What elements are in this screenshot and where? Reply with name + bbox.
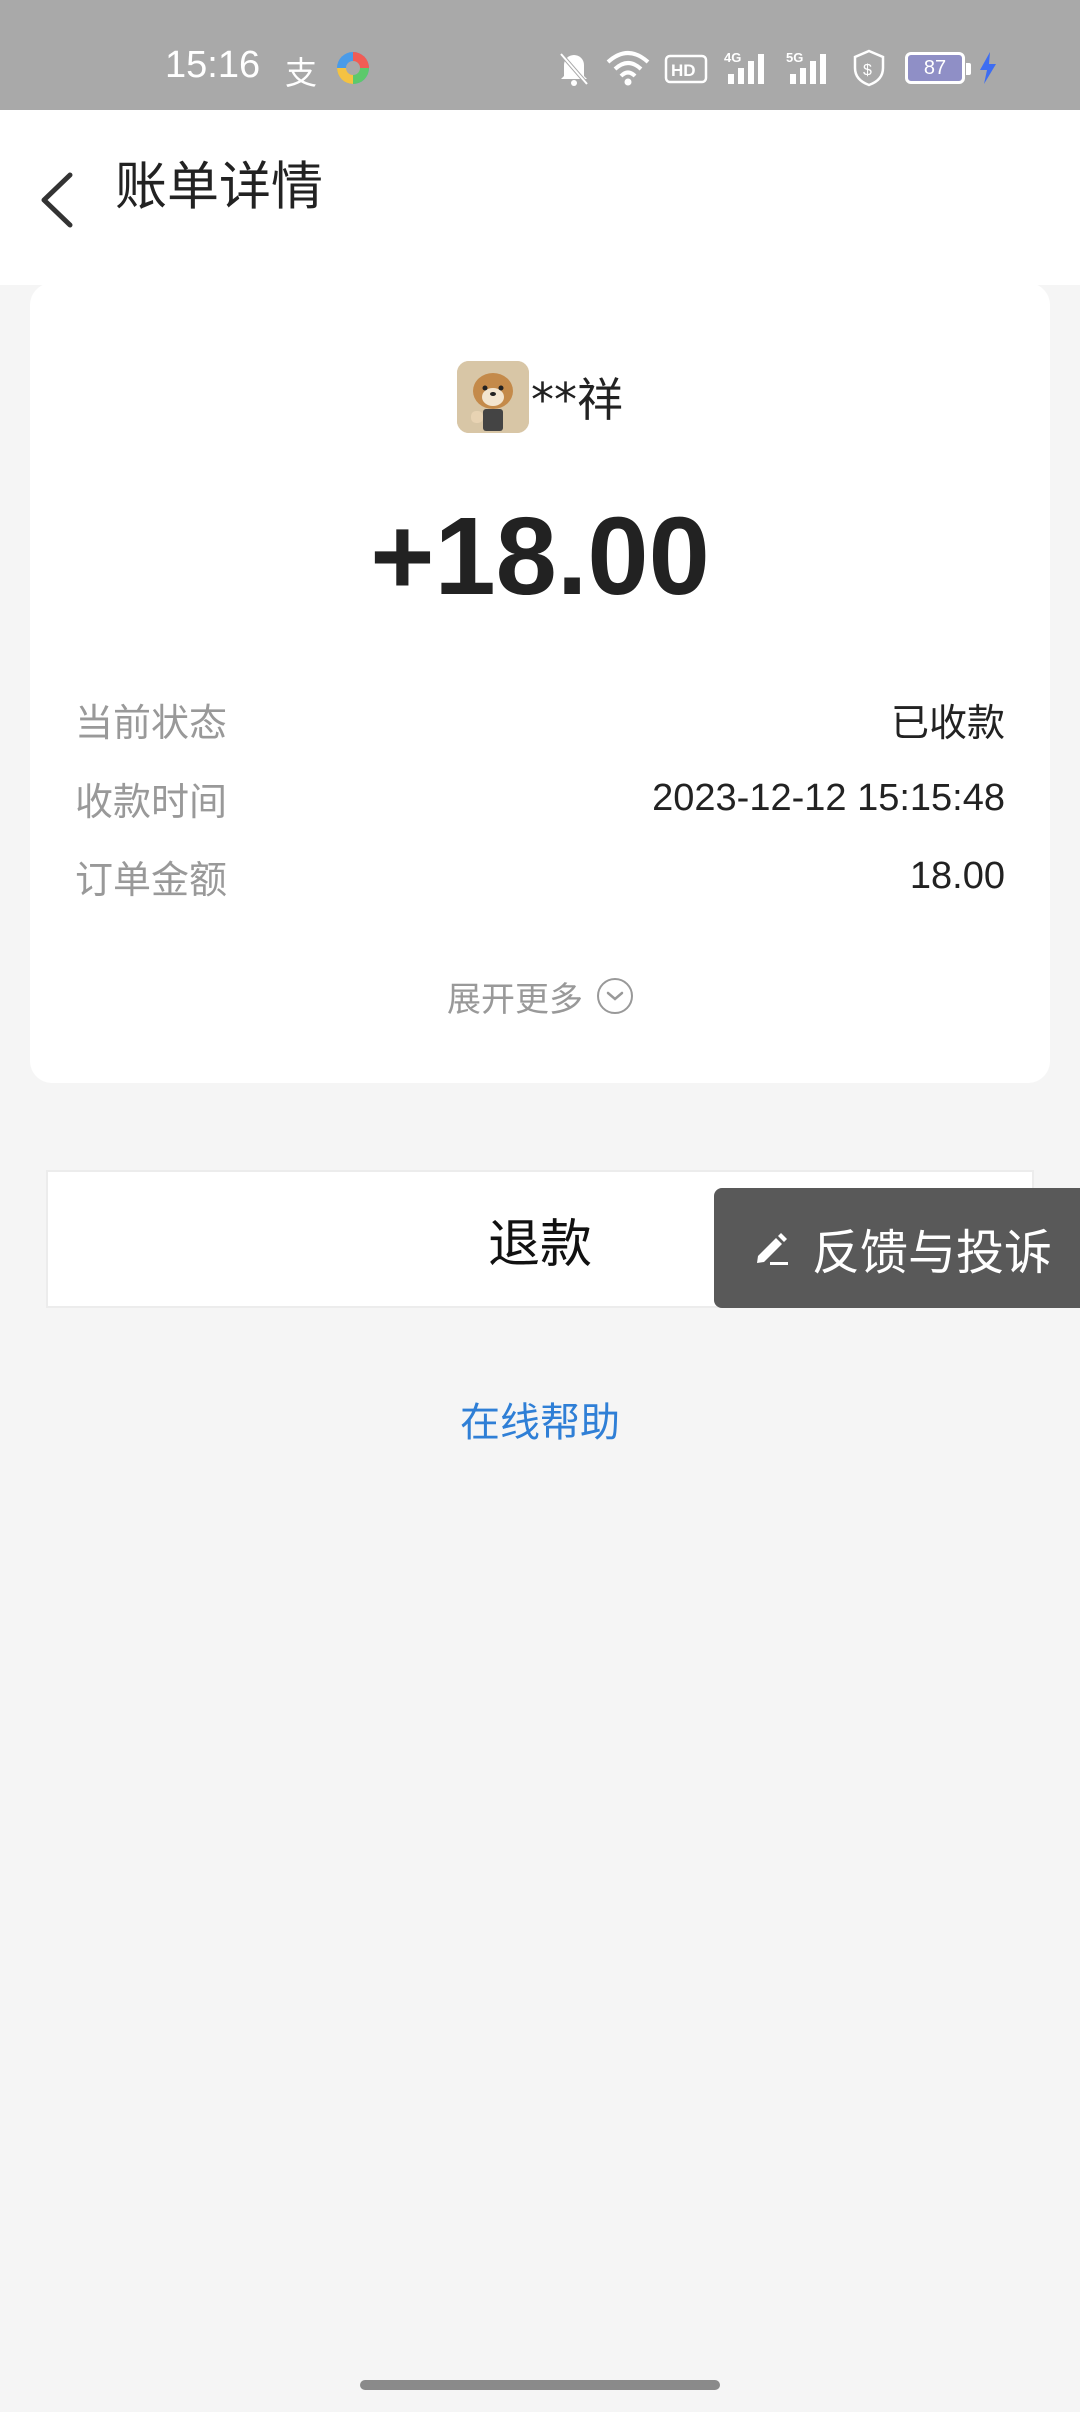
status-bar: 15:16 支 HD 4G 5G $ 87 — [0, 0, 1080, 110]
app-notification-icon — [337, 52, 369, 84]
home-indicator[interactable] — [360, 2380, 720, 2390]
page-title: 账单详情 — [115, 157, 324, 218]
alipay-notification-icon: 支 — [285, 54, 318, 92]
detail-value: 已收款 — [890, 700, 1005, 745]
battery-icon: 87 — [905, 52, 971, 84]
payer-info: **祥 — [30, 361, 1050, 433]
payer-name: **祥 — [531, 373, 623, 427]
feedback-complaint-button[interactable]: 反馈与投诉 — [714, 1188, 1080, 1308]
detail-row-status: 当前状态 已收款 — [75, 689, 1005, 749]
refund-label: 退款 — [487, 1214, 592, 1275]
edit-pen-icon — [757, 1233, 788, 1265]
detail-label: 订单金额 — [75, 857, 228, 902]
signal-4g-icon: 4G — [724, 50, 764, 84]
hd-icon: HD — [664, 54, 708, 84]
detail-row-time: 收款时间 2023-12-12 15:15:48 — [75, 768, 1005, 828]
header: 账单详情 — [0, 110, 1080, 285]
detail-label: 当前状态 — [75, 700, 228, 745]
detail-label: 收款时间 — [75, 779, 228, 824]
svg-text:$: $ — [863, 62, 872, 79]
bill-detail-screen: 15:16 支 HD 4G 5G $ 87 账单详情 **祥 +18.00 当前… — [0, 0, 1080, 2412]
expand-more-label: 展开更多 — [447, 979, 583, 1020]
wifi-icon — [606, 51, 650, 86]
amount: +18.00 — [370, 495, 710, 618]
back-button[interactable] — [30, 155, 90, 245]
svg-text:HD: HD — [671, 61, 696, 80]
shield-dollar-icon: $ — [853, 49, 885, 87]
detail-row-amount: 订单金额 18.00 — [75, 846, 1005, 906]
chevron-down-icon — [597, 978, 633, 1014]
status-time: 15:16 — [165, 44, 261, 86]
feedback-label: 反馈与投诉 — [812, 1225, 1053, 1281]
online-help-link[interactable]: 在线帮助 — [0, 1390, 1080, 1448]
detail-value: 2023-12-12 15:15:48 — [652, 776, 1005, 819]
charging-bolt-icon — [980, 52, 996, 84]
silent-bell-icon — [559, 52, 589, 86]
detail-value: 18.00 — [909, 854, 1005, 897]
expand-more-button[interactable]: 展开更多 — [30, 966, 1050, 1026]
signal-5g-icon: 5G — [786, 50, 826, 84]
svg-text:4G: 4G — [724, 50, 741, 65]
avatar — [457, 361, 529, 433]
svg-text:5G: 5G — [786, 50, 803, 65]
bill-card: **祥 +18.00 当前状态 已收款 收款时间 2023-12-12 15:1… — [30, 283, 1050, 1083]
